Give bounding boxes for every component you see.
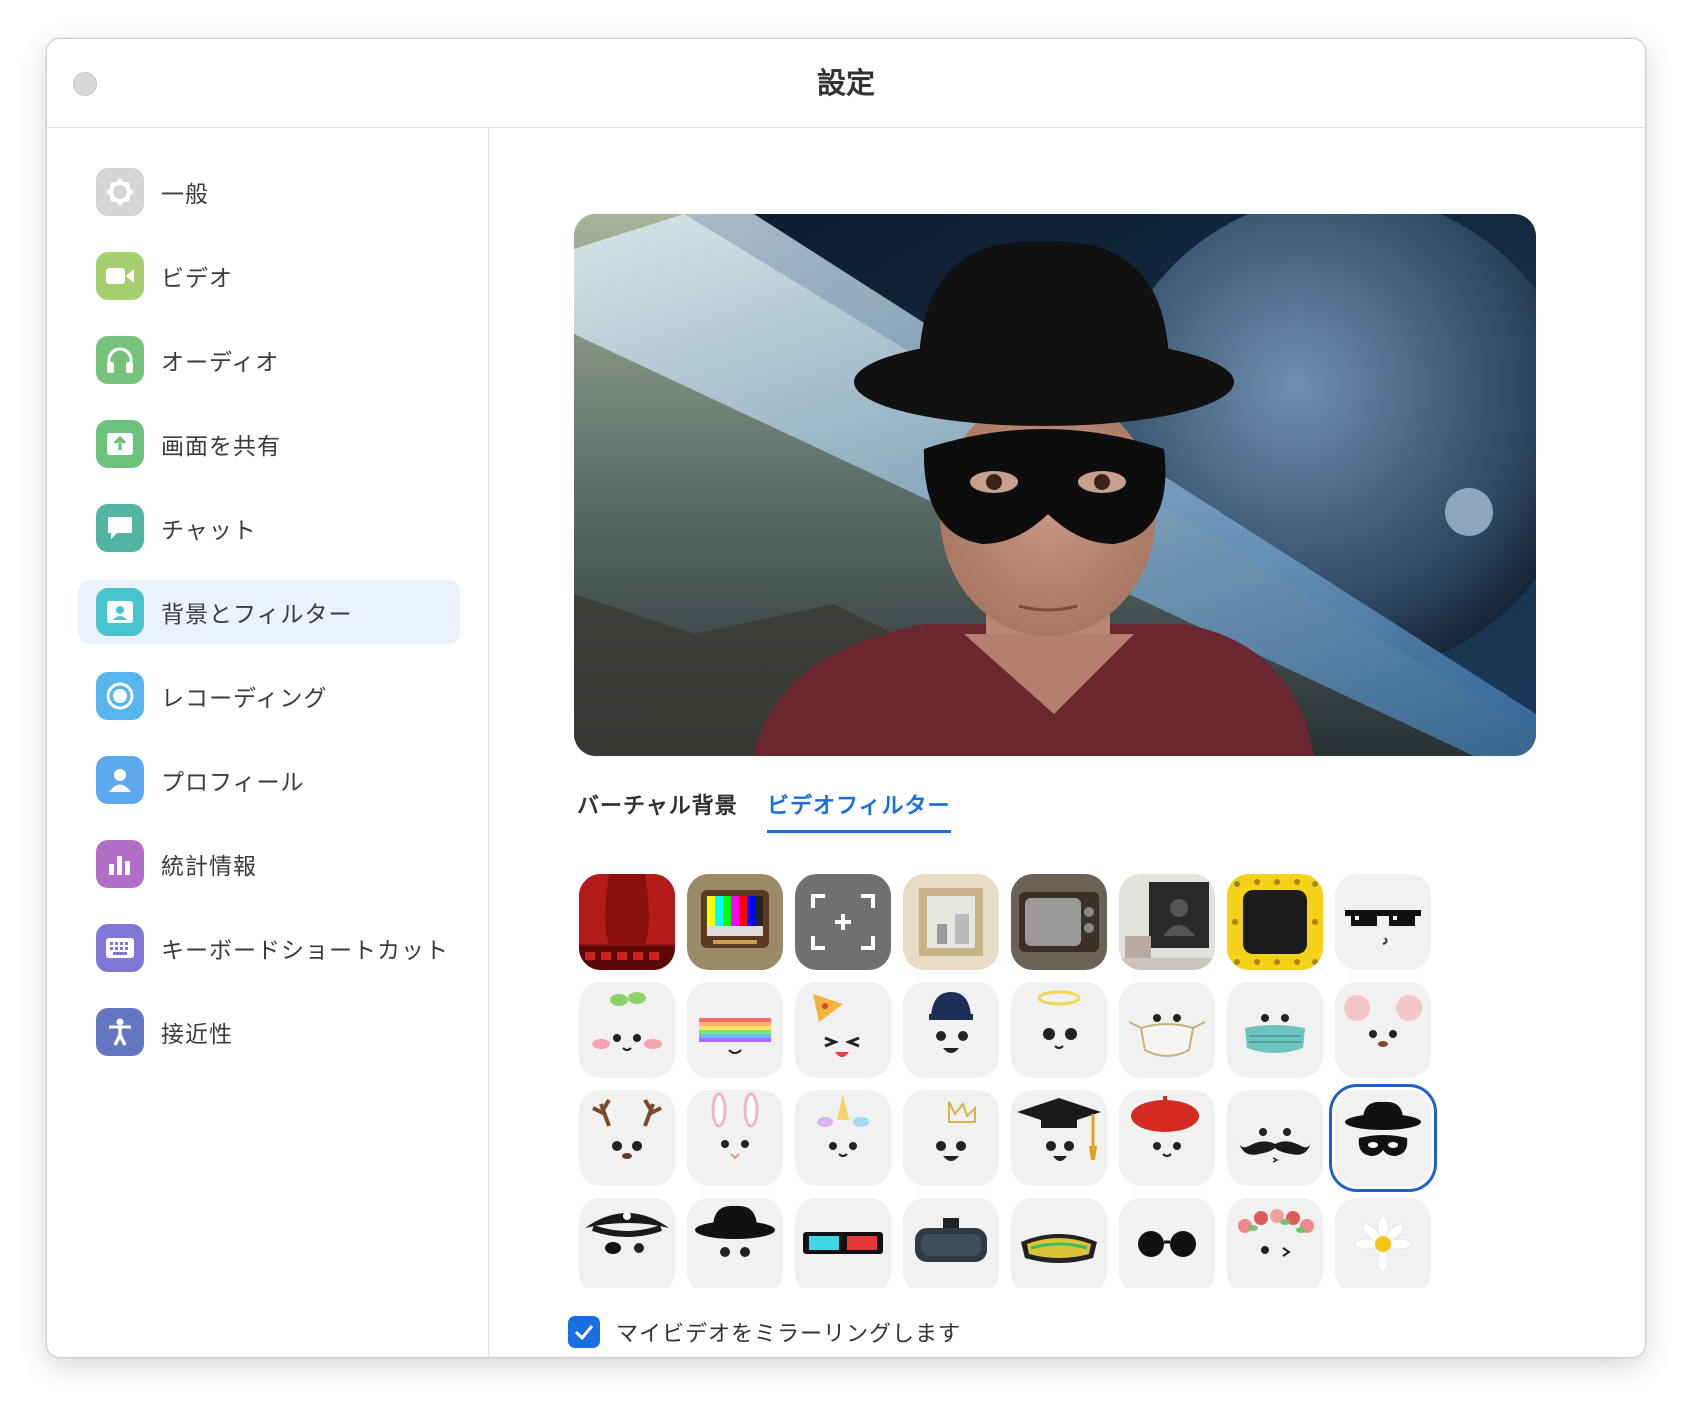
title-bar: 設定 (47, 39, 1645, 128)
filter-white-mask[interactable] (1119, 982, 1215, 1078)
filter-picture-frame[interactable] (903, 874, 999, 970)
accessibility-icon (96, 1008, 144, 1056)
chat-bubble-icon (96, 504, 144, 552)
sidebar-item-chat[interactable]: チャット (78, 496, 460, 560)
filter-surgical-mask[interactable] (1227, 982, 1323, 1078)
filter-gallery-portrait[interactable] (1119, 874, 1215, 970)
sidebar-item-accessibility[interactable]: 接近性 (78, 1000, 460, 1064)
filter-beret[interactable] (1119, 1090, 1215, 1186)
share-screen-icon (96, 420, 144, 468)
filter-halo[interactable] (1011, 982, 1107, 1078)
settings-sidebar: 一般 ビデオ オーディオ 画面を共有 チャット 背景とフィルター レコーディング… (47, 128, 489, 1357)
filter-mouse-ears[interactable] (1335, 982, 1431, 1078)
tab-virtual-background[interactable]: バーチャル背景 (577, 788, 738, 820)
filter-sprout-face[interactable] (579, 982, 675, 1078)
filter-retro-tv-color-bars[interactable] (687, 874, 783, 970)
filter-daisy[interactable] (1335, 1198, 1431, 1288)
profile-icon (96, 756, 144, 804)
filter-rainbow-face[interactable] (687, 982, 783, 1078)
sidebar-item-label: ビデオ (161, 266, 233, 292)
mirror-video-label: マイビデオをミラーリングします (616, 1322, 962, 1347)
filter-mustache[interactable] (1227, 1090, 1323, 1186)
settings-window: 設定 一般 ビデオ オーディオ 画面を共有 チャット 背景とフィルター レコーデ… (46, 38, 1646, 1358)
filter-bunny-ears[interactable] (687, 1090, 783, 1186)
filter-emoji-border[interactable] (1227, 874, 1323, 970)
sidebar-item-keyboard-shortcuts[interactable]: キーボードショートカット (78, 916, 460, 980)
filter-graduation-cap[interactable] (1011, 1090, 1107, 1186)
filter-old-tv[interactable] (1011, 874, 1107, 970)
sidebar-item-label: プロフィール (161, 770, 305, 796)
filter-crown[interactable] (903, 1090, 999, 1186)
sidebar-item-label: レコーディング (161, 686, 328, 712)
gear-icon (96, 168, 144, 216)
filter-pizza-party-hat[interactable] (795, 982, 891, 1078)
filter-black-hat[interactable] (687, 1198, 783, 1288)
sidebar-item-label: 画面を共有 (161, 434, 281, 460)
sidebar-item-profile[interactable]: プロフィール (78, 748, 460, 812)
sidebar-item-label: チャット (161, 518, 257, 544)
sidebar-item-statistics[interactable]: 統計情報 (78, 832, 460, 896)
filter-grid (573, 868, 1533, 1288)
sidebar-item-general[interactable]: 一般 (78, 160, 460, 224)
filter-pixel-sunglasses[interactable] (1335, 874, 1431, 970)
filter-flower-crown[interactable] (1227, 1198, 1323, 1288)
filter-theater-curtain[interactable] (579, 874, 675, 970)
filter-unicorn-horn[interactable] (795, 1090, 891, 1186)
filter-bandit-hat-mask[interactable] (1335, 1090, 1431, 1186)
sidebar-item-label: 統計情報 (161, 854, 257, 880)
background-person-icon (96, 588, 144, 636)
filter-pirate-hat[interactable] (579, 1198, 675, 1288)
record-icon (96, 672, 144, 720)
video-camera-icon (96, 252, 144, 300)
headphones-icon (96, 336, 144, 384)
checkmark-icon (574, 1325, 594, 1340)
filter-vr-headset[interactable] (903, 1198, 999, 1288)
filter-zoom-cap[interactable] (903, 982, 999, 1078)
tab-video-filter[interactable]: ビデオフィルター (767, 788, 951, 833)
sidebar-item-label: 接近性 (161, 1022, 233, 1048)
sidebar-item-label: 一般 (161, 182, 209, 208)
settings-content: バーチャル背景 ビデオフィルター マイビデオをミラーリングします (489, 128, 1645, 1357)
window-title: 設定 (816, 66, 875, 100)
sidebar-item-label: 背景とフィルター (161, 602, 353, 628)
keyboard-icon (96, 924, 144, 972)
sidebar-item-recording[interactable]: レコーディング (78, 664, 460, 728)
sidebar-item-background-filters[interactable]: 背景とフィルター (78, 580, 460, 644)
sidebar-item-audio[interactable]: オーディオ (78, 328, 460, 392)
filter-camera-viewfinder[interactable] (795, 874, 891, 970)
sidebar-item-share-screen[interactable]: 画面を共有 (78, 412, 460, 476)
sidebar-item-video[interactable]: ビデオ (78, 244, 460, 308)
sidebar-item-label: キーボードショートカット (161, 938, 449, 964)
mirror-video-option[interactable]: マイビデオをミラーリングします (568, 1316, 961, 1348)
filter-reindeer-antlers[interactable] (579, 1090, 675, 1186)
filter-3d-glasses[interactable] (795, 1198, 891, 1288)
statistics-icon (96, 840, 144, 888)
sidebar-item-label: オーディオ (161, 350, 280, 376)
mirror-video-checkbox[interactable] (568, 1316, 600, 1348)
filter-round-sunglasses[interactable] (1119, 1198, 1215, 1288)
video-preview (574, 214, 1536, 756)
filter-ski-goggles[interactable] (1011, 1198, 1107, 1288)
